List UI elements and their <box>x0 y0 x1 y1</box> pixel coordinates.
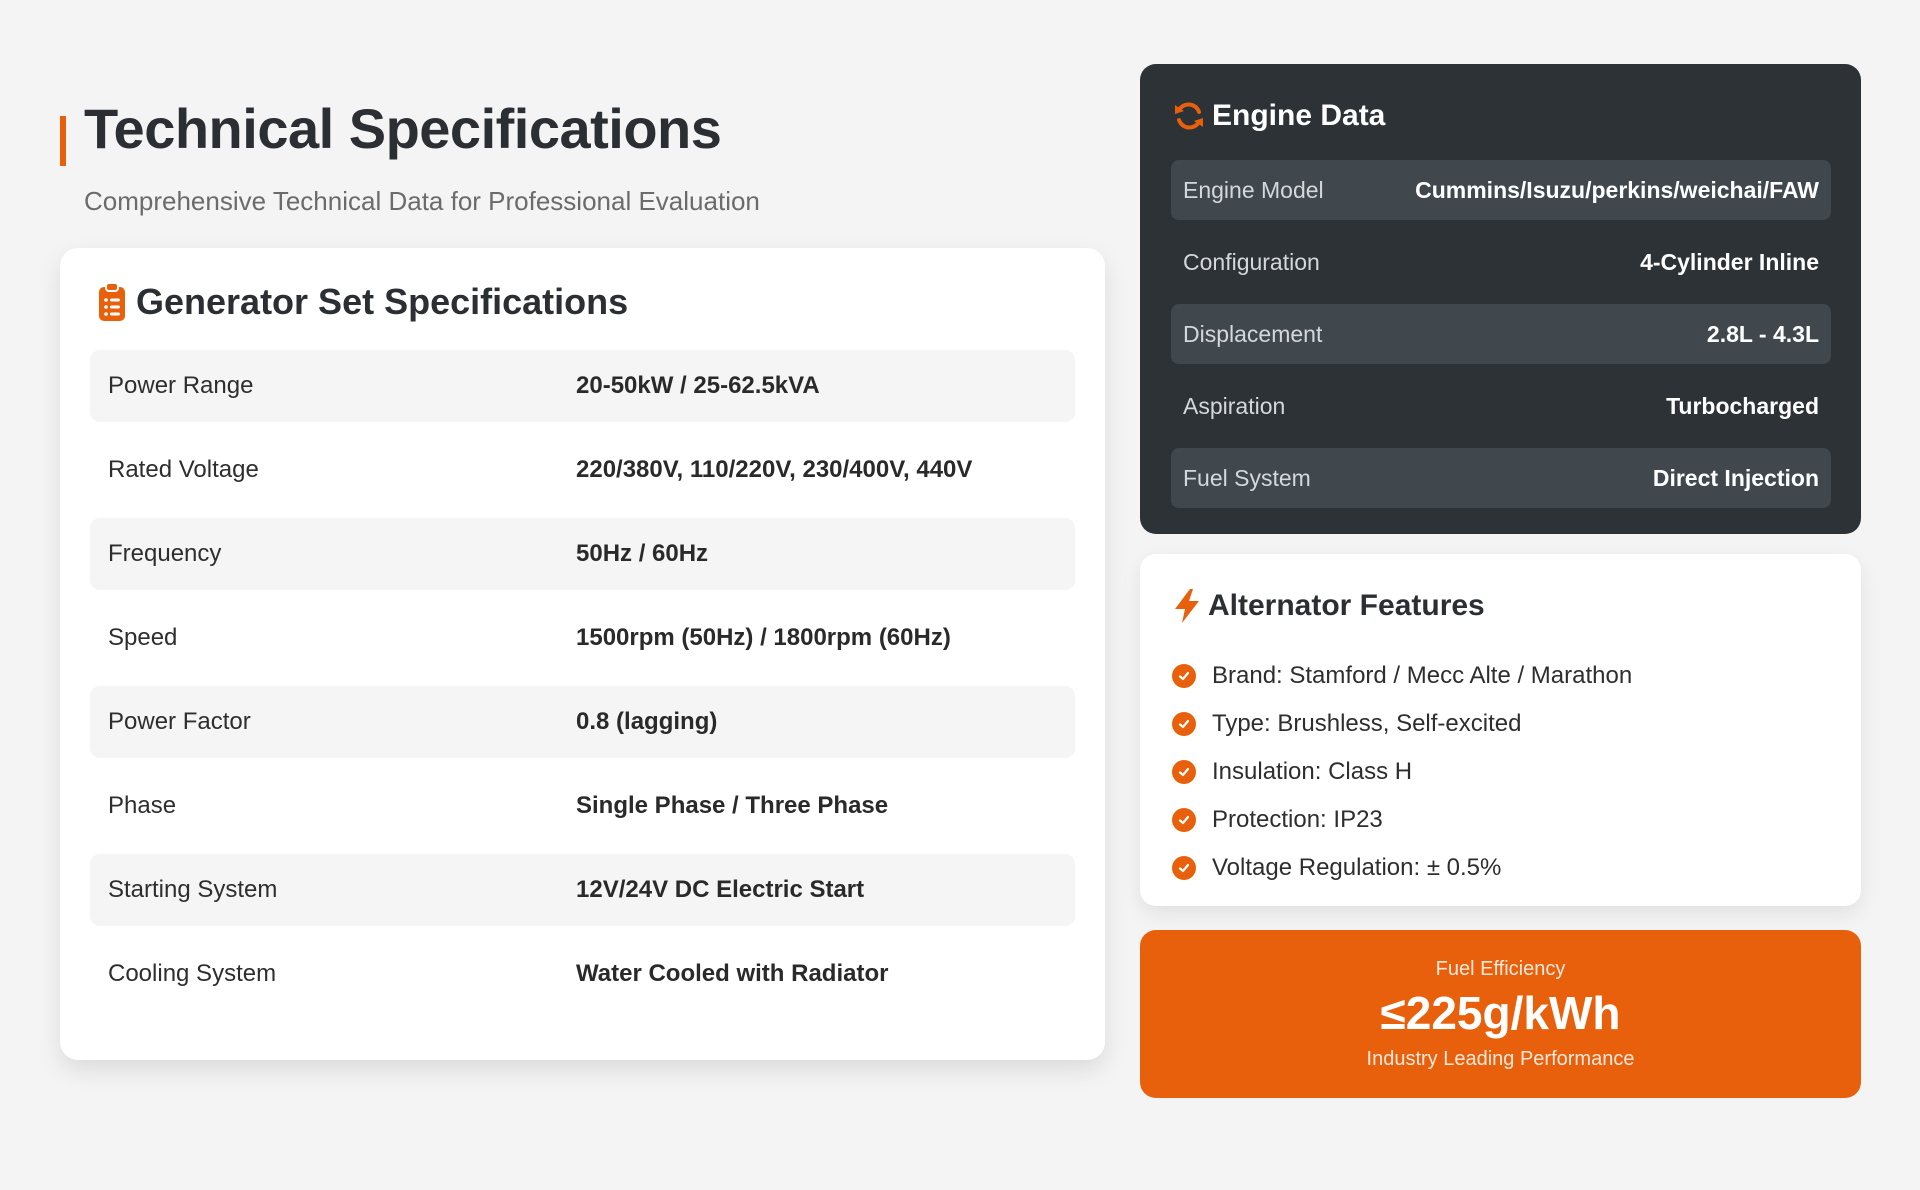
list-item: Type: Brushless, Self-excited <box>1172 700 1632 748</box>
spec-label: Power Range <box>108 372 254 399</box>
engine-label: Fuel System <box>1183 464 1311 491</box>
spec-value: 20-50kW / 25-62.5kVA <box>576 372 820 399</box>
spec-row-power-range: Power Range 20-50kW / 25-62.5kVA <box>90 350 1075 422</box>
page-title: Technical Specifications <box>84 97 722 160</box>
engine-row-displacement: Displacement 2.8L - 4.3L <box>1171 304 1831 364</box>
generator-specs-table: Power Range 20-50kW / 25-62.5kVA Rated V… <box>90 350 1075 1022</box>
engine-label: Configuration <box>1183 248 1320 275</box>
fuel-efficiency-card: Fuel Efficiency ≤225g/kWh Industry Leadi… <box>1140 930 1861 1098</box>
spec-row-rated-voltage: Rated Voltage 220/380V, 110/220V, 230/40… <box>90 434 1075 506</box>
engine-value: Cummins/Isuzu/perkins/weichai/FAW <box>1415 176 1819 203</box>
spec-row-frequency: Frequency 50Hz / 60Hz <box>90 518 1075 590</box>
engine-value: 4-Cylinder Inline <box>1640 248 1819 275</box>
engine-row-fuel-system: Fuel System Direct Injection <box>1171 448 1831 508</box>
engine-row-configuration: Configuration 4-Cylinder Inline <box>1171 232 1831 292</box>
engine-data-header: Engine Data <box>1172 94 1385 138</box>
check-circle-icon <box>1172 808 1196 832</box>
feature-text: Protection: IP23 <box>1212 806 1383 833</box>
spec-value: 50Hz / 60Hz <box>576 540 709 567</box>
feature-text: Voltage Regulation: ± 0.5% <box>1212 854 1502 881</box>
generator-specs-card: Generator Set Specifications Power Range… <box>60 248 1105 1060</box>
engine-row-aspiration: Aspiration Turbocharged <box>1171 376 1831 436</box>
spec-value: Single Phase / Three Phase <box>576 792 889 819</box>
spec-label: Phase <box>108 792 177 819</box>
engine-value: 2.8L - 4.3L <box>1706 320 1819 347</box>
fuel-efficiency-subtitle: Industry Leading Performance <box>1366 1048 1635 1070</box>
fuel-efficiency-value: ≤225g/kWh <box>1380 987 1621 1039</box>
spec-row-phase: Phase Single Phase / Three Phase <box>90 770 1075 842</box>
page: Technical Specifications Comprehensive T… <box>0 0 1920 1190</box>
engine-data-card: Engine Data Engine Model Cummins/Isuzu/p… <box>1140 64 1861 534</box>
lightning-bolt-icon <box>1175 589 1199 623</box>
list-item: Insulation: Class H <box>1172 748 1632 796</box>
engine-value: Turbocharged <box>1666 392 1819 419</box>
spec-label: Power Factor <box>108 708 251 735</box>
list-item: Brand: Stamford / Mecc Alte / Marathon <box>1172 652 1632 700</box>
page-subtitle: Comprehensive Technical Data for Profess… <box>84 186 760 216</box>
check-circle-icon <box>1172 712 1196 736</box>
spec-row-speed: Speed 1500rpm (50Hz) / 1800rpm (60Hz) <box>90 602 1075 674</box>
engine-label: Aspiration <box>1183 392 1286 419</box>
engine-row-model: Engine Model Cummins/Isuzu/perkins/weich… <box>1171 160 1831 220</box>
engine-data-title: Engine Data <box>1212 99 1386 132</box>
list-item: Voltage Regulation: ± 0.5% <box>1172 844 1632 892</box>
engine-value: Direct Injection <box>1652 464 1819 491</box>
feature-text: Type: Brushless, Self-excited <box>1212 710 1522 737</box>
engine-data-table: Engine Model Cummins/Isuzu/perkins/weich… <box>1171 160 1831 520</box>
sync-arrows-icon <box>1175 102 1203 130</box>
spec-value: 12V/24V DC Electric Start <box>576 876 865 903</box>
alternator-features-title: Alternator Features <box>1208 589 1485 622</box>
alternator-features-card: Alternator Features Brand: Stamford / Me… <box>1140 554 1861 906</box>
check-circle-icon <box>1172 760 1196 784</box>
engine-label: Displacement <box>1183 320 1323 347</box>
spec-row-cooling-system: Cooling System Water Cooled with Radiato… <box>90 938 1075 1010</box>
spec-value: 220/380V, 110/220V, 230/400V, 440V <box>576 456 973 483</box>
spec-row-starting-system: Starting System 12V/24V DC Electric Star… <box>90 854 1075 926</box>
alternator-features-list: Brand: Stamford / Mecc Alte / Marathon T… <box>1172 652 1632 892</box>
generator-specs-header: Generator Set Specifications <box>98 278 628 326</box>
title-accent-bar <box>60 116 66 166</box>
spec-value: Water Cooled with Radiator <box>576 960 889 987</box>
feature-text: Brand: Stamford / Mecc Alte / Marathon <box>1212 662 1633 689</box>
spec-value: 1500rpm (50Hz) / 1800rpm (60Hz) <box>576 624 951 651</box>
fuel-efficiency-label: Fuel Efficiency <box>1435 958 1566 980</box>
engine-label: Engine Model <box>1183 176 1324 203</box>
generator-specs-title: Generator Set Specifications <box>136 281 629 322</box>
spec-label: Speed <box>108 624 178 651</box>
list-item: Protection: IP23 <box>1172 796 1632 844</box>
spec-label: Rated Voltage <box>108 456 259 483</box>
spec-label: Frequency <box>108 540 222 567</box>
spec-value: 0.8 (lagging) <box>576 708 718 735</box>
clipboard-list-icon <box>99 282 125 321</box>
check-circle-icon <box>1172 856 1196 880</box>
feature-text: Insulation: Class H <box>1212 758 1413 785</box>
spec-label: Starting System <box>108 876 278 903</box>
spec-label: Cooling System <box>108 960 277 987</box>
check-circle-icon <box>1172 664 1196 688</box>
alternator-features-header: Alternator Features <box>1172 584 1485 628</box>
spec-row-power-factor: Power Factor 0.8 (lagging) <box>90 686 1075 758</box>
